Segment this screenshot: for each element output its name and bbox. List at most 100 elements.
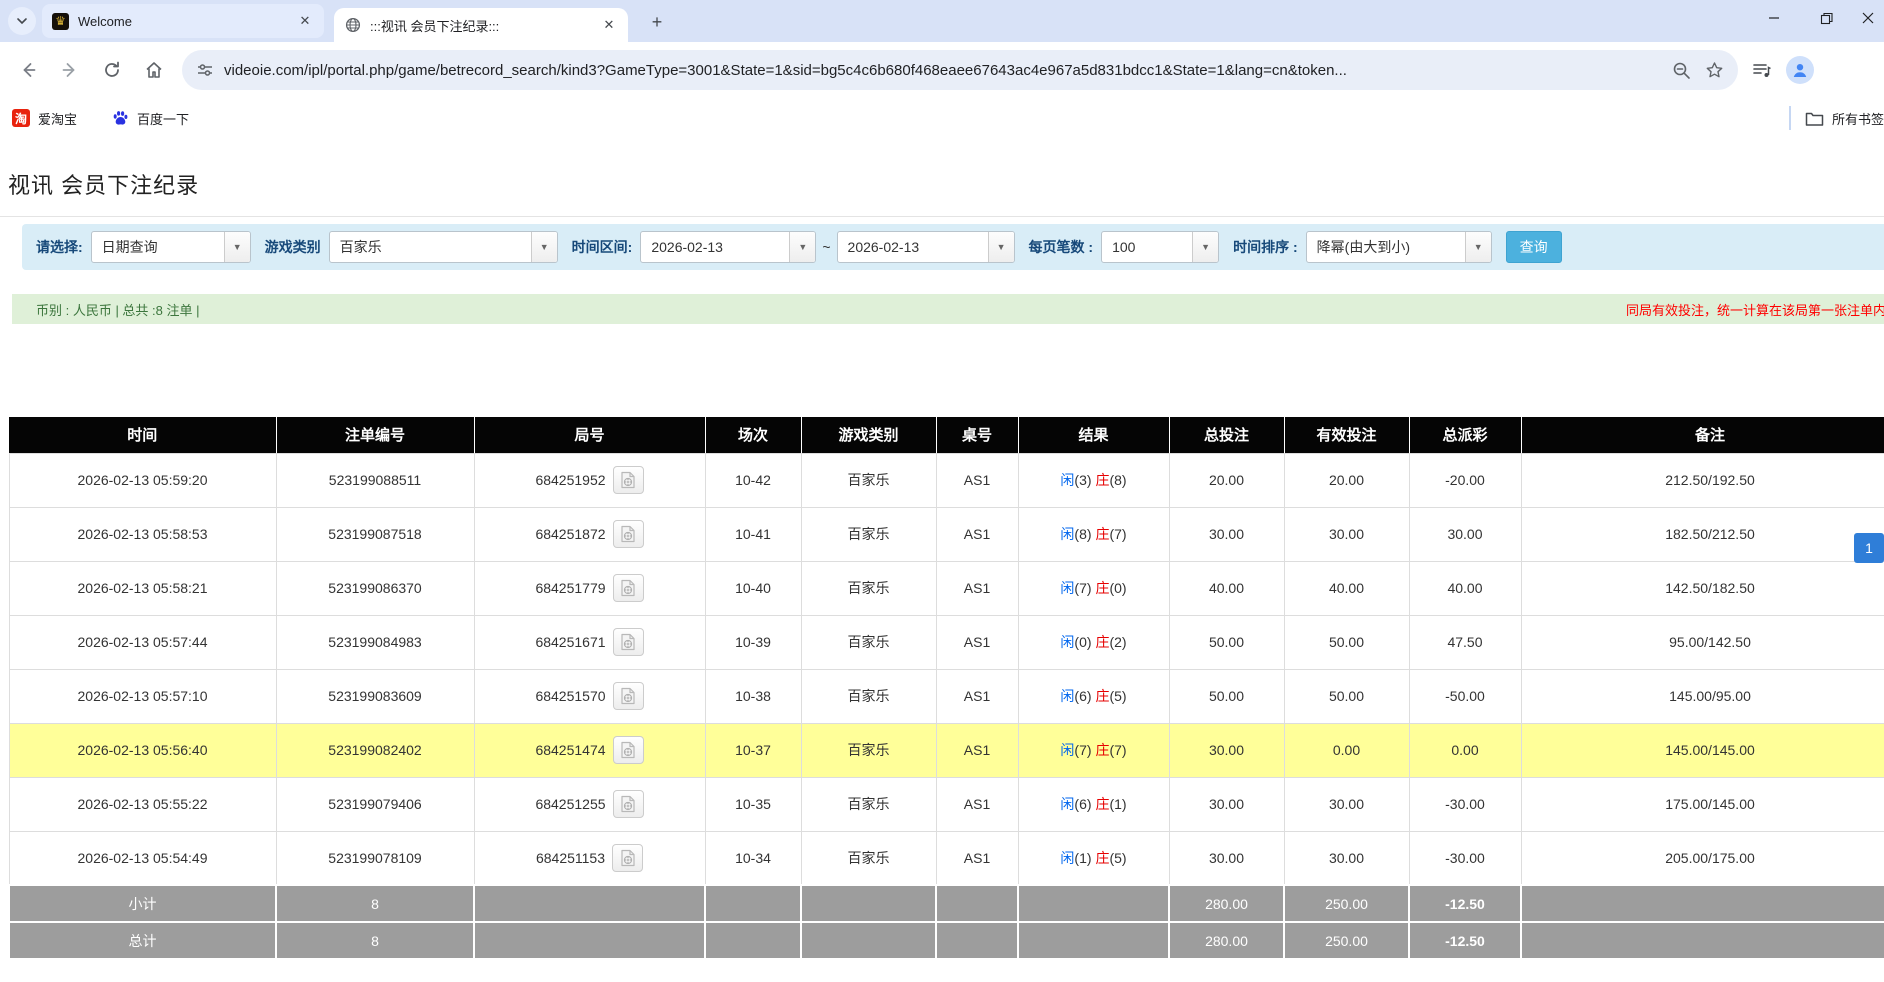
query-type-select[interactable]: 日期查询 ▼ — [91, 231, 251, 263]
all-bookmarks[interactable]: 所有书签 — [1789, 98, 1884, 138]
date-from-select[interactable]: 2026-02-13 ▼ — [640, 231, 816, 263]
table-row: 2026-02-13 05:54:49 523199078109 6842511… — [9, 831, 1884, 885]
result-player-value: (0) — [1074, 634, 1091, 650]
chevron-down-icon[interactable]: ▼ — [224, 232, 250, 262]
search-button[interactable]: 查询 — [1506, 231, 1562, 263]
sort-value: 降幂(由大到小) — [1307, 232, 1465, 262]
tab-close-icon[interactable]: ✕ — [600, 16, 618, 34]
cell-valid-bet: 50.00 — [1284, 669, 1409, 723]
summary-valid-bet: 250.00 — [1284, 922, 1409, 959]
round-number: 684251779 — [535, 580, 605, 596]
bookmark-label: 爱淘宝 — [38, 109, 77, 128]
cell-payout: 47.50 — [1409, 615, 1521, 669]
summary-empty — [474, 885, 705, 922]
summary-payout: -12.50 — [1409, 922, 1521, 959]
bookmark-baidu[interactable]: 百度一下 — [111, 109, 189, 128]
game-type-select[interactable]: 百家乐 ▼ — [329, 231, 558, 263]
cell-bet-id: 523199086370 — [276, 561, 474, 615]
pagination-page-button[interactable]: 1 — [1854, 533, 1884, 563]
round-number: 684251671 — [535, 634, 605, 650]
restore-button[interactable] — [1800, 0, 1852, 36]
cell-bet-id: 523199088511 — [276, 453, 474, 507]
chevron-down-icon[interactable]: ▼ — [789, 232, 815, 262]
video-replay-icon[interactable] — [613, 682, 644, 710]
page-title: 视讯 会员下注纪录 — [8, 168, 1884, 200]
cell-bet-id: 523199078109 — [276, 831, 474, 885]
tab-close-icon[interactable]: ✕ — [296, 12, 314, 30]
column-header: 游戏类别 — [801, 417, 936, 453]
new-tab-button[interactable]: + — [644, 9, 670, 35]
bet-table-body: 2026-02-13 05:59:20 523199088511 6842519… — [9, 453, 1884, 885]
table-row: 2026-02-13 05:58:21 523199086370 6842517… — [9, 561, 1884, 615]
result-banker-value: (2) — [1109, 634, 1126, 650]
tab-welcome[interactable]: ♛ Welcome ✕ — [42, 4, 324, 38]
summary-row: 总计 8 280.00 250.00 -12.50 — [9, 922, 1884, 959]
chevron-down-icon[interactable]: ▼ — [1192, 232, 1218, 262]
cell-total-bet: 20.00 — [1169, 453, 1284, 507]
filter-panel: 请选择: 日期查询 ▼ 游戏类别 百家乐 ▼ 时间区间: 2026-02-13 … — [22, 224, 1884, 270]
summary-empty — [474, 922, 705, 959]
result-player-label: 闲 — [1060, 472, 1074, 488]
reload-icon[interactable] — [94, 52, 130, 88]
page-content: 视讯 会员下注纪录 请选择: 日期查询 ▼ 游戏类别 百家乐 ▼ 时间区间: 2… — [0, 168, 1884, 960]
summary-total-bet: 280.00 — [1169, 885, 1284, 922]
cell-game-type: 百家乐 — [801, 777, 936, 831]
video-replay-icon[interactable] — [613, 466, 644, 494]
profile-avatar[interactable] — [1786, 56, 1814, 84]
window-controls — [1748, 0, 1884, 36]
cell-game-type: 百家乐 — [801, 831, 936, 885]
home-icon[interactable] — [136, 52, 172, 88]
result-banker-value: (1) — [1109, 796, 1126, 812]
forward-icon[interactable] — [52, 52, 88, 88]
result-banker-label: 庄 — [1095, 850, 1109, 866]
cell-bet-id: 523199087518 — [276, 507, 474, 561]
result-banker-label: 庄 — [1095, 796, 1109, 812]
summary-count: 8 — [276, 885, 474, 922]
minimize-button[interactable] — [1748, 0, 1800, 36]
bookmark-aitaobao[interactable]: 淘 爱淘宝 — [12, 109, 77, 128]
cell-session: 10-42 — [705, 453, 801, 507]
cell-total-bet: 50.00 — [1169, 615, 1284, 669]
result-banker-value: (5) — [1109, 688, 1126, 704]
video-replay-icon[interactable] — [613, 520, 644, 548]
close-button[interactable] — [1852, 0, 1884, 36]
summary-row: 小计 8 280.00 250.00 -12.50 — [9, 885, 1884, 922]
result-banker-label: 庄 — [1095, 634, 1109, 650]
url-text[interactable]: videoie.com/ipl/portal.php/game/betrecor… — [224, 62, 1658, 79]
bookmark-star-icon[interactable] — [1705, 61, 1724, 80]
table-row: 2026-02-13 05:58:53 523199087518 6842518… — [9, 507, 1884, 561]
cell-round: 684251255 — [474, 777, 705, 831]
video-replay-icon[interactable] — [613, 574, 644, 602]
video-replay-icon[interactable] — [612, 844, 643, 872]
video-replay-icon[interactable] — [613, 628, 644, 656]
cell-result: 闲(7) 庄(0) — [1018, 561, 1169, 615]
tab-search-caret-icon[interactable] — [8, 7, 36, 35]
video-replay-icon[interactable] — [613, 790, 644, 818]
summary-label: 小计 — [9, 885, 276, 922]
site-info-icon[interactable] — [196, 61, 214, 79]
globe-favicon — [344, 17, 361, 34]
video-replay-icon[interactable] — [613, 736, 644, 764]
address-bar[interactable]: videoie.com/ipl/portal.php/game/betrecor… — [182, 50, 1738, 90]
tab-bet-record[interactable]: :::视讯 会员下注纪录::: ✕ — [334, 8, 628, 42]
cell-result: 闲(3) 庄(8) — [1018, 453, 1169, 507]
cell-valid-bet: 20.00 — [1284, 453, 1409, 507]
back-icon[interactable] — [10, 52, 46, 88]
tab-title: Welcome — [78, 14, 296, 29]
playlist-icon[interactable] — [1752, 60, 1772, 80]
cell-session: 10-41 — [705, 507, 801, 561]
date-to-select[interactable]: 2026-02-13 ▼ — [837, 231, 1015, 263]
summary-left-text: 币别 : 人民币 | 总共 :8 注单 | — [12, 300, 200, 319]
chevron-down-icon[interactable]: ▼ — [531, 232, 557, 262]
cell-valid-bet: 30.00 — [1284, 777, 1409, 831]
chevron-down-icon[interactable]: ▼ — [988, 232, 1014, 262]
chevron-down-icon[interactable]: ▼ — [1465, 232, 1491, 262]
zoom-out-icon[interactable] — [1672, 61, 1691, 80]
summary-empty — [1521, 885, 1884, 922]
cell-table-no: AS1 — [936, 507, 1018, 561]
cell-bet-id: 523199084983 — [276, 615, 474, 669]
sort-select[interactable]: 降幂(由大到小) ▼ — [1306, 231, 1492, 263]
cell-payout: 0.00 — [1409, 723, 1521, 777]
page-size-select[interactable]: 100 ▼ — [1101, 231, 1219, 263]
query-type-value: 日期查询 — [92, 232, 224, 262]
